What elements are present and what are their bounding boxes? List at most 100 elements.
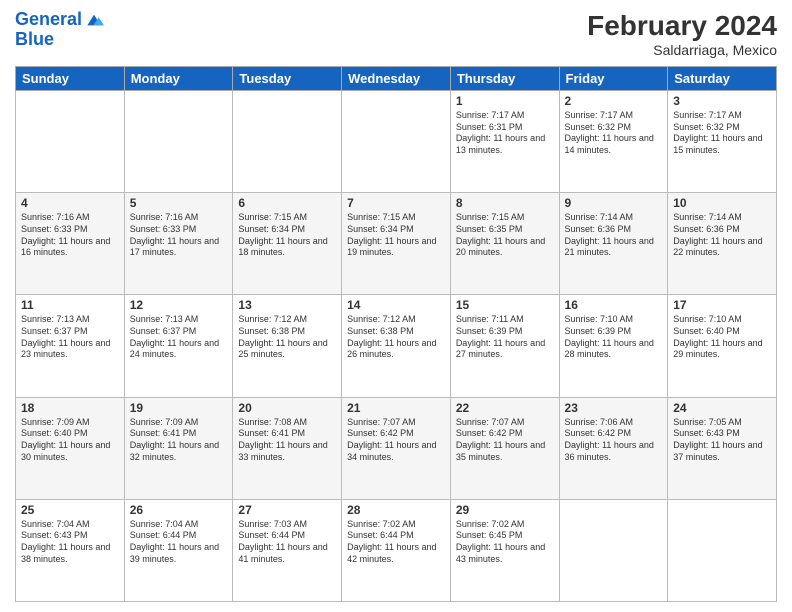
table-row: 5Sunrise: 7:16 AM Sunset: 6:33 PM Daylig… [124, 193, 233, 295]
table-row: 1 Sunrise: 7:17 AM Sunset: 6:31 PM Daylig… [450, 91, 559, 193]
table-row: 16Sunrise: 7:10 AM Sunset: 6:39 PM Dayli… [559, 295, 668, 397]
table-row: 20 Sunrise: 7:08 AM Sunset: 6:41 PM Dayli… [233, 397, 342, 499]
day-number: 22 [456, 401, 554, 415]
cell-info: Sunrise: 7:17 AM Sunset: 6:31 PM Dayligh… [456, 110, 554, 157]
table-row: 18 Sunrise: 7:09 AM Sunset: 6:40 PM Dayli… [16, 397, 125, 499]
table-row: 29 Sunrise: 7:02 AM Sunset: 6:45 PM Dayli… [450, 499, 559, 601]
col-friday: Friday [559, 67, 668, 91]
table-row: 28 Sunrise: 7:02 AM Sunset: 6:44 PM Dayli… [342, 499, 451, 601]
week-row-1: 4Sunrise: 7:16 AM Sunset: 6:33 PM Daylig… [16, 193, 777, 295]
table-row [559, 499, 668, 601]
logo-blue: Blue [15, 30, 104, 48]
day-number: 8 [456, 196, 554, 210]
table-row [668, 499, 777, 601]
day-number: 25 [21, 503, 119, 517]
location: Saldarriaga, Mexico [587, 42, 777, 58]
cell-info: Sunrise: 7:13 AM Sunset: 6:37 PM Dayligh… [21, 314, 119, 361]
cell-info: Sunrise: 7:03 AM Sunset: 6:44 PM Dayligh… [238, 519, 336, 566]
table-row: 23 Sunrise: 7:06 AM Sunset: 6:42 PM Dayli… [559, 397, 668, 499]
day-number: 10 [673, 196, 771, 210]
cell-info: Sunrise: 7:12 AM Sunset: 6:38 PM Dayligh… [347, 314, 445, 361]
day-number: 18 [21, 401, 119, 415]
month-year: February 2024 [587, 10, 777, 42]
cell-info: Sunrise: 7:11 AM Sunset: 6:39 PM Dayligh… [456, 314, 554, 361]
cell-info: Sunrise: 7:07 AM Sunset: 6:42 PM Dayligh… [456, 417, 554, 464]
day-number: 28 [347, 503, 445, 517]
table-row: 3Sunrise: 7:17 AM Sunset: 6:32 PM Daylig… [668, 91, 777, 193]
day-number: 14 [347, 298, 445, 312]
header: General Blue February 2024 Saldarriaga, … [15, 10, 777, 58]
day-number: 2 [565, 94, 663, 108]
day-number: 13 [238, 298, 336, 312]
table-row [124, 91, 233, 193]
cell-info: Sunrise: 7:06 AM Sunset: 6:42 PM Dayligh… [565, 417, 663, 464]
col-sunday: Sunday [16, 67, 125, 91]
day-number: 3 [673, 94, 771, 108]
day-number: 21 [347, 401, 445, 415]
logo-icon [84, 10, 104, 30]
cell-info: Sunrise: 7:10 AM Sunset: 6:40 PM Dayligh… [673, 314, 771, 361]
day-number: 20 [238, 401, 336, 415]
table-row: 14 Sunrise: 7:12 AM Sunset: 6:38 PM Dayli… [342, 295, 451, 397]
col-wednesday: Wednesday [342, 67, 451, 91]
cell-info: Sunrise: 7:08 AM Sunset: 6:41 PM Dayligh… [238, 417, 336, 464]
cell-info: Sunrise: 7:12 AM Sunset: 6:38 PM Dayligh… [238, 314, 336, 361]
col-thursday: Thursday [450, 67, 559, 91]
table-row: 24Sunrise: 7:05 AM Sunset: 6:43 PM Dayli… [668, 397, 777, 499]
table-row: 9 Sunrise: 7:14 AM Sunset: 6:36 PM Daylig… [559, 193, 668, 295]
cell-info: Sunrise: 7:14 AM Sunset: 6:36 PM Dayligh… [565, 212, 663, 259]
day-number: 26 [130, 503, 228, 517]
day-number: 15 [456, 298, 554, 312]
day-number: 19 [130, 401, 228, 415]
table-row: 6Sunrise: 7:15 AM Sunset: 6:34 PM Daylig… [233, 193, 342, 295]
week-row-0: 1 Sunrise: 7:17 AM Sunset: 6:31 PM Daylig… [16, 91, 777, 193]
cell-info: Sunrise: 7:05 AM Sunset: 6:43 PM Dayligh… [673, 417, 771, 464]
cell-info: Sunrise: 7:07 AM Sunset: 6:42 PM Dayligh… [347, 417, 445, 464]
table-row: 25 Sunrise: 7:04 AM Sunset: 6:43 PM Dayli… [16, 499, 125, 601]
day-number: 5 [130, 196, 228, 210]
cell-info: Sunrise: 7:02 AM Sunset: 6:45 PM Dayligh… [456, 519, 554, 566]
cell-info: Sunrise: 7:04 AM Sunset: 6:43 PM Dayligh… [21, 519, 119, 566]
day-number: 17 [673, 298, 771, 312]
page: General Blue February 2024 Saldarriaga, … [0, 0, 792, 612]
day-number: 9 [565, 196, 663, 210]
title-block: February 2024 Saldarriaga, Mexico [587, 10, 777, 58]
cell-info: Sunrise: 7:02 AM Sunset: 6:44 PM Dayligh… [347, 519, 445, 566]
week-row-4: 25 Sunrise: 7:04 AM Sunset: 6:43 PM Dayli… [16, 499, 777, 601]
table-row: 10 Sunrise: 7:14 AM Sunset: 6:36 PM Dayli… [668, 193, 777, 295]
cell-info: Sunrise: 7:17 AM Sunset: 6:32 PM Dayligh… [565, 110, 663, 157]
cell-info: Sunrise: 7:10 AM Sunset: 6:39 PM Dayligh… [565, 314, 663, 361]
logo-text: General [15, 10, 82, 30]
day-number: 27 [238, 503, 336, 517]
calendar: Sunday Monday Tuesday Wednesday Thursday… [15, 66, 777, 602]
table-row: 21 Sunrise: 7:07 AM Sunset: 6:42 PM Dayli… [342, 397, 451, 499]
day-number: 7 [347, 196, 445, 210]
cell-info: Sunrise: 7:15 AM Sunset: 6:34 PM Dayligh… [238, 212, 336, 259]
day-number: 1 [456, 94, 554, 108]
cell-info: Sunrise: 7:14 AM Sunset: 6:36 PM Dayligh… [673, 212, 771, 259]
week-row-3: 18 Sunrise: 7:09 AM Sunset: 6:40 PM Dayli… [16, 397, 777, 499]
table-row: 27 Sunrise: 7:03 AM Sunset: 6:44 PM Dayli… [233, 499, 342, 601]
table-row: 13 Sunrise: 7:12 AM Sunset: 6:38 PM Dayli… [233, 295, 342, 397]
table-row: 12Sunrise: 7:13 AM Sunset: 6:37 PM Dayli… [124, 295, 233, 397]
cell-info: Sunrise: 7:09 AM Sunset: 6:40 PM Dayligh… [21, 417, 119, 464]
table-row [16, 91, 125, 193]
calendar-header-row: Sunday Monday Tuesday Wednesday Thursday… [16, 67, 777, 91]
col-saturday: Saturday [668, 67, 777, 91]
table-row [233, 91, 342, 193]
cell-info: Sunrise: 7:09 AM Sunset: 6:41 PM Dayligh… [130, 417, 228, 464]
table-row: 22 Sunrise: 7:07 AM Sunset: 6:42 PM Dayli… [450, 397, 559, 499]
table-row: 7Sunrise: 7:15 AM Sunset: 6:34 PM Daylig… [342, 193, 451, 295]
table-row: 2 Sunrise: 7:17 AM Sunset: 6:32 PM Daylig… [559, 91, 668, 193]
day-number: 23 [565, 401, 663, 415]
cell-info: Sunrise: 7:04 AM Sunset: 6:44 PM Dayligh… [130, 519, 228, 566]
col-tuesday: Tuesday [233, 67, 342, 91]
table-row: 4Sunrise: 7:16 AM Sunset: 6:33 PM Daylig… [16, 193, 125, 295]
day-number: 11 [21, 298, 119, 312]
table-row: 17 Sunrise: 7:10 AM Sunset: 6:40 PM Dayli… [668, 295, 777, 397]
day-number: 4 [21, 196, 119, 210]
table-row: 11 Sunrise: 7:13 AM Sunset: 6:37 PM Dayli… [16, 295, 125, 397]
table-row: 19 Sunrise: 7:09 AM Sunset: 6:41 PM Dayli… [124, 397, 233, 499]
day-number: 29 [456, 503, 554, 517]
table-row: 15 Sunrise: 7:11 AM Sunset: 6:39 PM Dayli… [450, 295, 559, 397]
